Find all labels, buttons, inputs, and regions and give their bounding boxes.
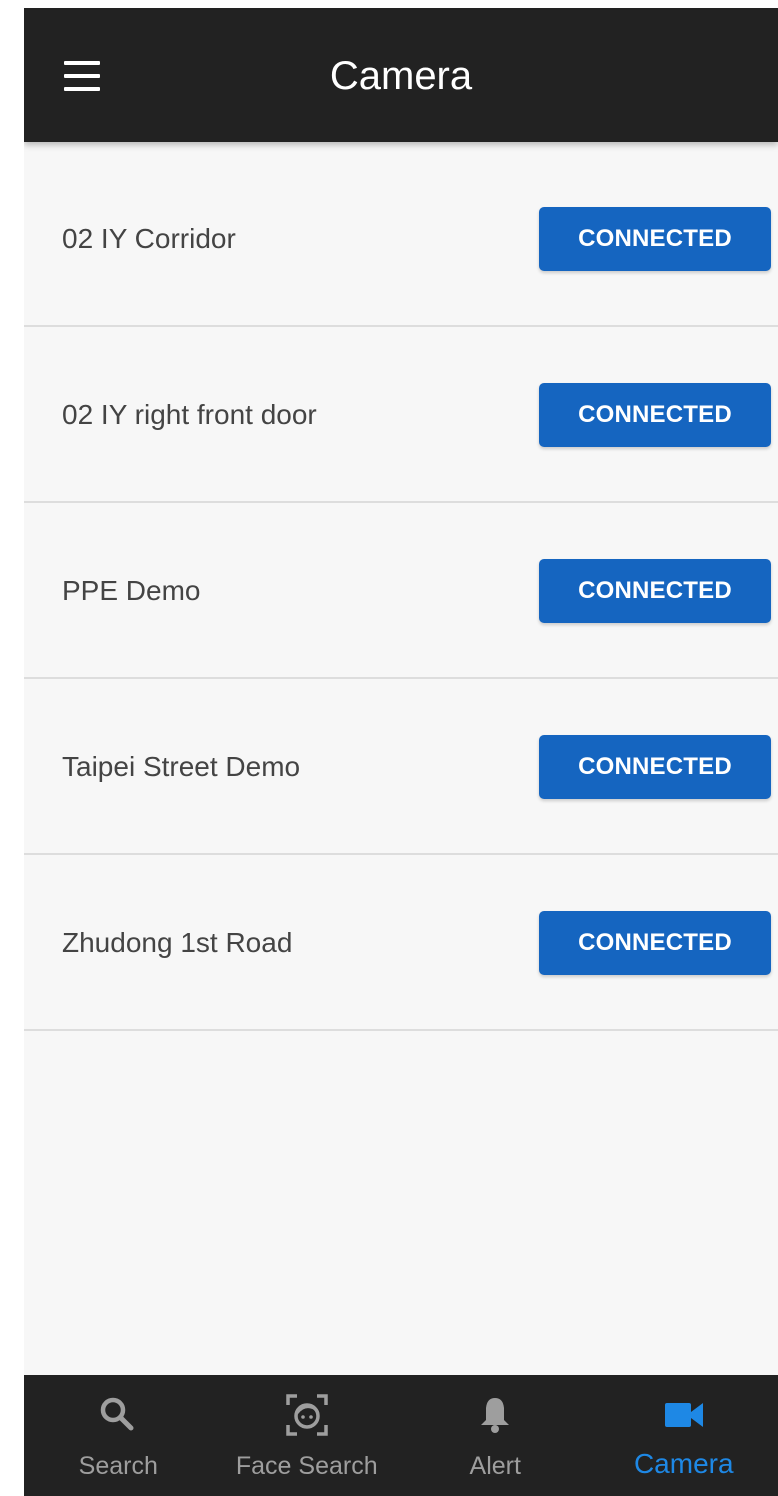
connection-status-button[interactable]: CONNECTED (539, 911, 771, 975)
camera-name: 02 IY Corridor (62, 223, 236, 254)
nav-label: Alert (469, 1452, 521, 1480)
nav-label: Face Search (235, 1452, 378, 1480)
camera-name: 02 IY right front door (62, 399, 317, 430)
app-bar: Camera (24, 8, 778, 142)
camera-row[interactable]: 02 IY right front door CONNECTED (24, 327, 778, 503)
connection-status-button[interactable]: CONNECTED (539, 383, 771, 447)
nav-item-alert[interactable]: Alert (401, 1375, 590, 1496)
search-icon (101, 1397, 134, 1431)
camera-screen: Camera 02 IY Corridor CONNECTED 02 IY ri… (24, 8, 778, 1496)
face-scan-icon (286, 1394, 328, 1436)
bell-icon (481, 1398, 510, 1433)
camera-name: Taipei Street Demo (62, 751, 301, 782)
camera-name: PPE Demo (62, 575, 201, 606)
page-title: Camera (329, 54, 473, 98)
bottom-navigation: Search Face Search Alert Camera (24, 1375, 778, 1496)
nav-item-search[interactable]: Search (24, 1375, 213, 1496)
nav-item-face-search[interactable]: Face Search (213, 1375, 402, 1496)
nav-label: Search (78, 1452, 158, 1480)
connection-status-button[interactable]: CONNECTED (539, 735, 771, 799)
camera-row[interactable]: Zhudong 1st Road CONNECTED (24, 855, 778, 1031)
nav-item-camera[interactable]: Camera (590, 1375, 778, 1496)
connection-status-button[interactable]: CONNECTED (539, 559, 771, 623)
camera-row[interactable]: Taipei Street Demo CONNECTED (24, 679, 778, 855)
camera-row[interactable]: 02 IY Corridor CONNECTED (24, 151, 778, 327)
camera-row[interactable]: PPE Demo CONNECTED (24, 503, 778, 679)
connection-status-button[interactable]: CONNECTED (539, 207, 771, 271)
camera-list: 02 IY Corridor CONNECTED 02 IY right fro… (24, 151, 778, 1031)
nav-label: Camera (633, 1448, 734, 1479)
camera-name: Zhudong 1st Road (62, 927, 293, 958)
video-camera-icon (664, 1403, 703, 1427)
